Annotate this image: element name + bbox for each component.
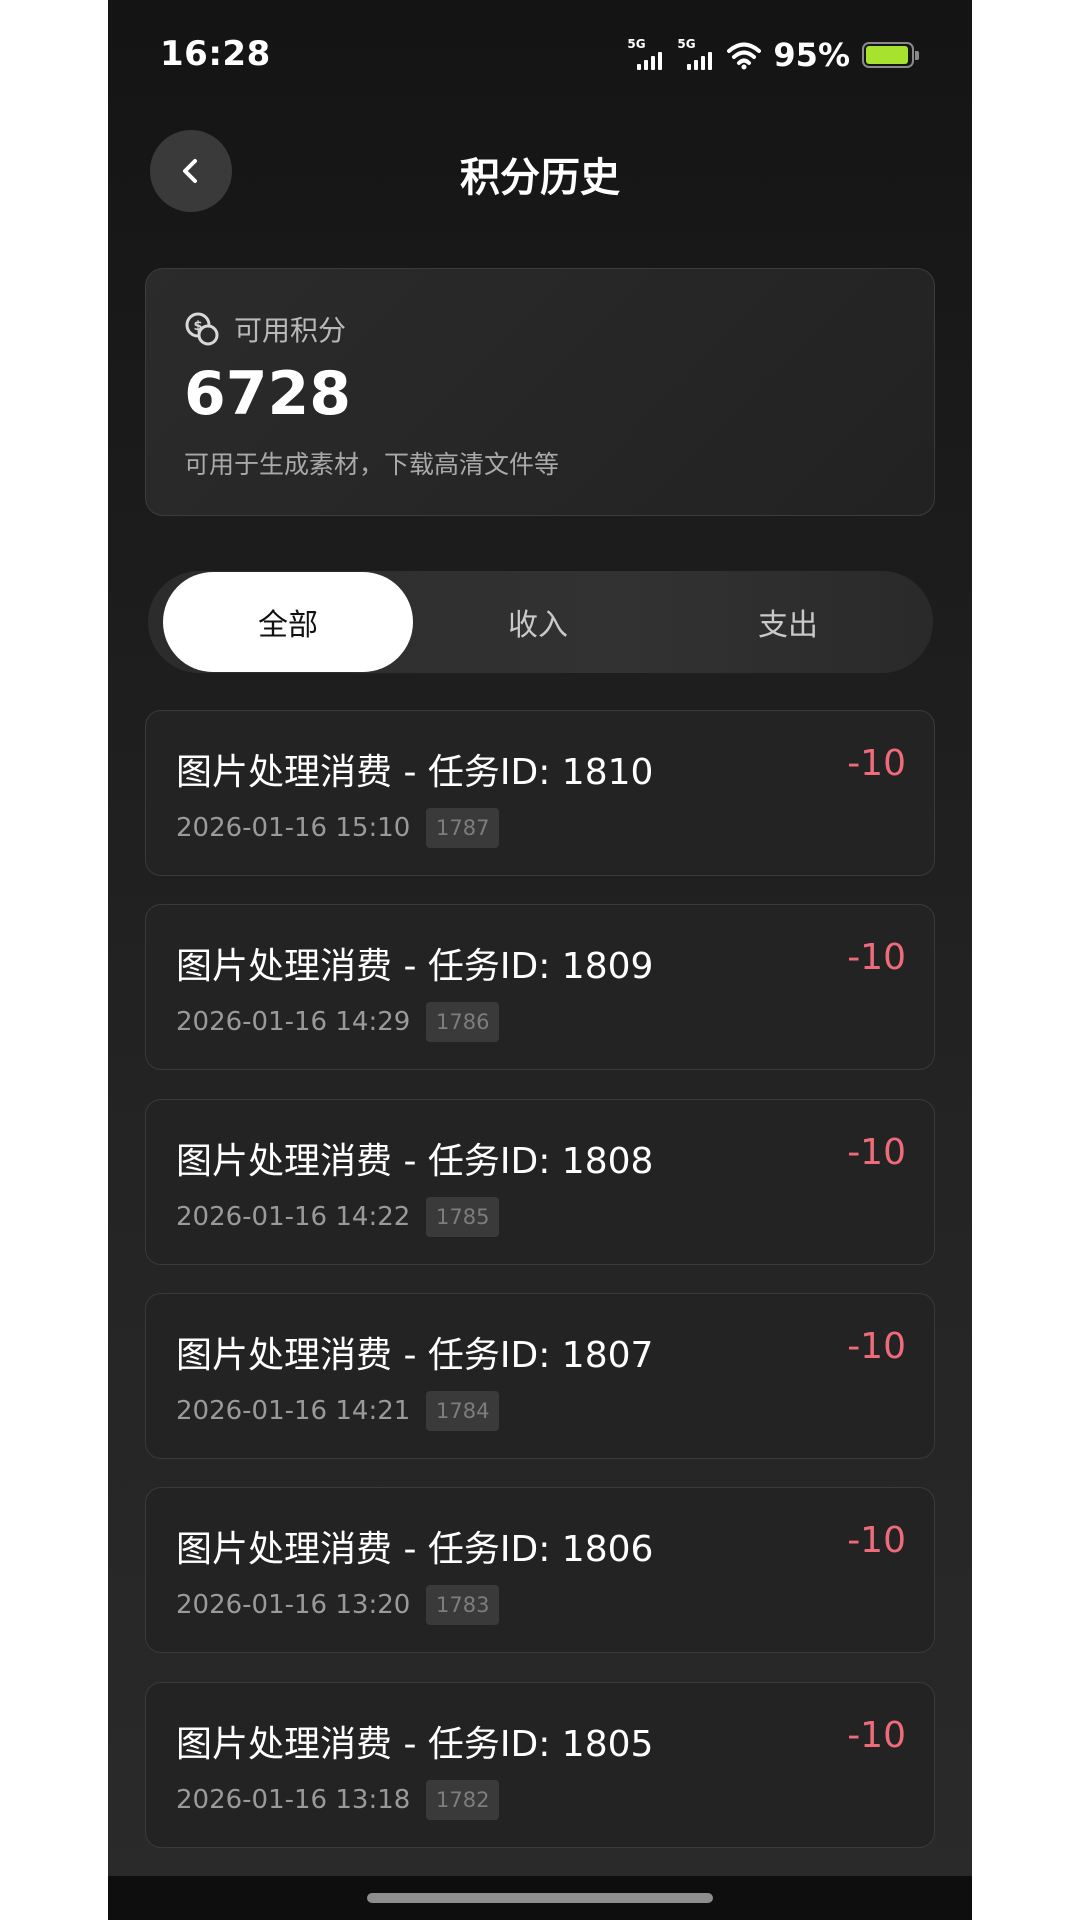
record-title: 图片处理消费 - 任务ID: 1809 [176,946,654,987]
record-tag: 1786 [426,1002,500,1042]
coin-icon: $ [185,312,219,346]
record-tag: 1785 [426,1197,500,1237]
record-amount: -10 [847,743,906,784]
record-time: 2026-01-16 13:18 [176,1785,411,1815]
record-time: 2026-01-16 14:21 [176,1396,411,1426]
battery-level-fill [866,46,908,64]
record-amount: -10 [847,1132,906,1173]
record-title: 图片处理消费 - 任务ID: 1807 [176,1335,654,1376]
record-time: 2026-01-16 13:20 [176,1590,411,1620]
record-amount: -10 [847,937,906,978]
record-amount: -10 [847,1715,906,1756]
record-time: 2026-01-16 15:10 [176,813,411,843]
record-item[interactable]: 图片处理消费 - 任务ID: 1810 -10 2026-01-16 15:10… [145,710,935,876]
balance-label: 可用积分 [234,314,347,347]
network-type-label: 5G [677,37,696,51]
battery-icon [862,42,919,68]
record-item[interactable]: 图片处理消费 - 任务ID: 1808 -10 2026-01-16 14:22… [145,1099,935,1265]
phone-screen: 16:28 5G 5G 95% 积分历史 $ 可用积分 6728 可用于生成素材… [108,0,972,1920]
home-indicator[interactable] [367,1893,713,1903]
filter-tabs: 全部 收入 支出 [148,571,933,673]
cellular-signal-icon: 5G [627,38,665,72]
status-time: 16:28 [160,34,271,74]
record-amount: -10 [847,1520,906,1561]
record-title: 图片处理消费 - 任务ID: 1808 [176,1141,654,1182]
record-tag: 1783 [426,1585,500,1625]
points-balance-card: $ 可用积分 6728 可用于生成素材，下载高清文件等 [145,268,935,516]
record-item[interactable]: 图片处理消费 - 任务ID: 1805 -10 2026-01-16 13:18… [145,1682,935,1848]
record-time: 2026-01-16 14:22 [176,1202,411,1232]
record-tag: 1787 [426,808,500,848]
battery-percent: 95% [773,36,850,74]
balance-description: 可用于生成素材，下载高清文件等 [184,450,560,479]
record-tag: 1784 [426,1391,500,1431]
svg-text:$: $ [193,319,202,334]
record-title: 图片处理消费 - 任务ID: 1806 [176,1529,654,1570]
tab-all[interactable]: 全部 [163,572,413,672]
network-type-label: 5G [627,37,646,51]
record-title: 图片处理消费 - 任务ID: 1805 [176,1724,654,1765]
status-indicators: 5G 5G 95% [627,36,919,74]
record-item[interactable]: 图片处理消费 - 任务ID: 1806 -10 2026-01-16 13:20… [145,1487,935,1653]
wifi-icon [727,42,762,70]
record-amount: -10 [847,1326,906,1367]
balance-header: $ 可用积分 [184,309,346,349]
record-item[interactable]: 图片处理消费 - 任务ID: 1807 -10 2026-01-16 14:21… [145,1293,935,1459]
record-time: 2026-01-16 14:29 [176,1007,411,1037]
tab-income[interactable]: 收入 [413,571,663,673]
record-title: 图片处理消费 - 任务ID: 1810 [176,752,654,793]
page-title: 积分历史 [460,155,620,201]
cellular-signal-icon: 5G [677,38,715,72]
balance-value: 6728 [184,359,351,429]
record-tag: 1782 [426,1780,500,1820]
tab-expense[interactable]: 支出 [663,571,913,673]
record-item[interactable]: 图片处理消费 - 任务ID: 1809 -10 2026-01-16 14:29… [145,904,935,1070]
status-bar: 16:28 5G 5G 95% [108,0,972,110]
